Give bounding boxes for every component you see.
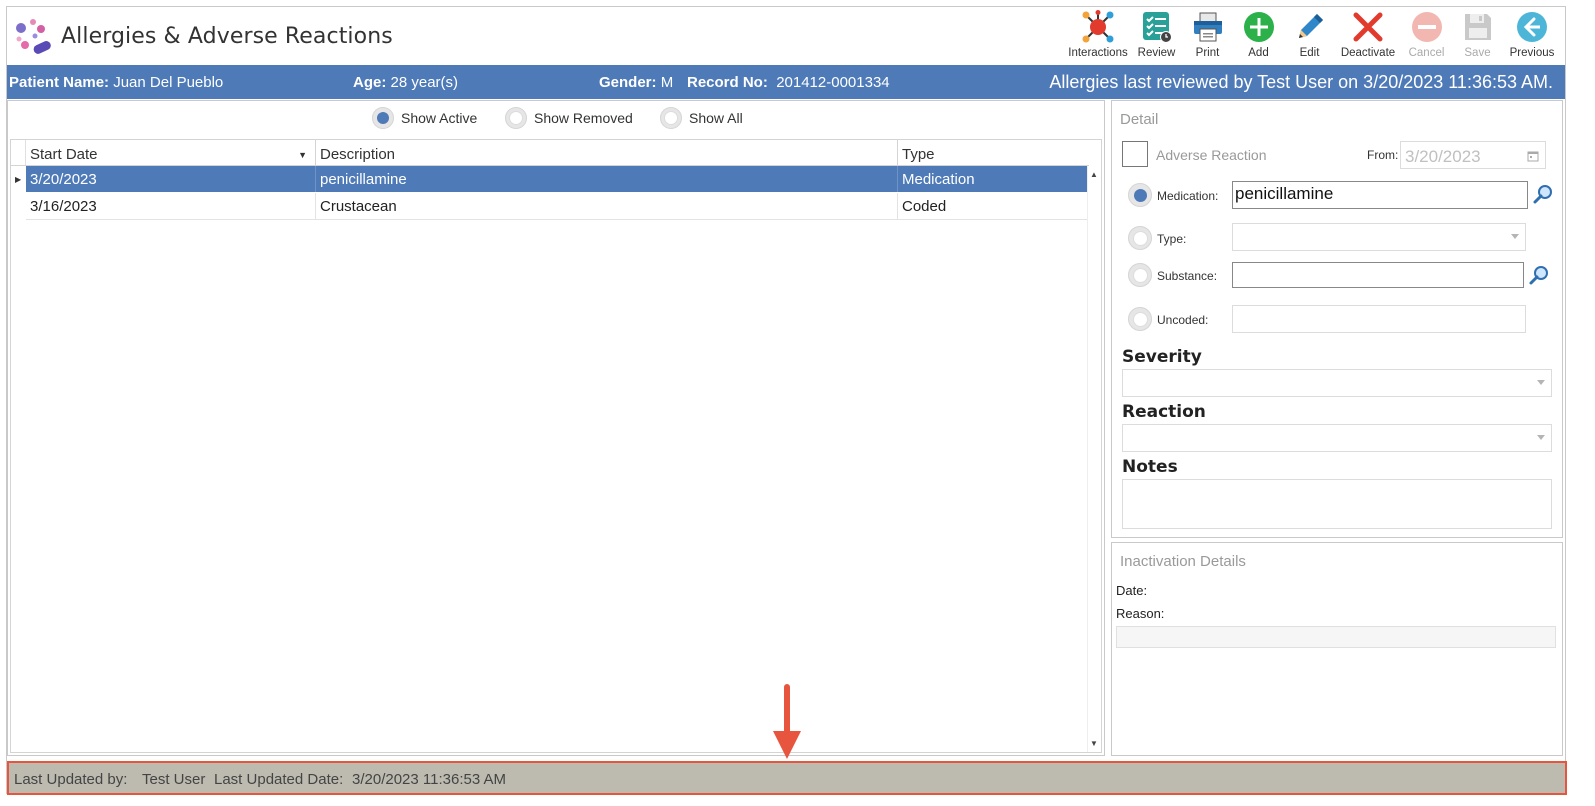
review-label: Review [1137, 47, 1176, 59]
show-removed-radio[interactable]: Show Removed [505, 107, 633, 129]
record-number: Record No: 201412-0001334 [687, 74, 890, 91]
uncoded-radio[interactable] [1128, 307, 1152, 331]
notes-heading: Notes [1122, 457, 1178, 477]
patient-name: Patient Name: Juan Del Pueblo [9, 74, 224, 91]
printer-icon [1193, 12, 1222, 42]
inactivation-reason-label: Reason: [1116, 606, 1165, 621]
adverse-reaction-checkbox[interactable] [1122, 141, 1148, 167]
column-header-start-date[interactable]: Start Date ▼ [26, 140, 316, 165]
cancel-icon [1411, 12, 1442, 42]
review-button[interactable]: Review [1131, 9, 1182, 65]
column-header-type[interactable]: Type [898, 140, 1089, 165]
interactions-button[interactable]: Interactions [1065, 9, 1131, 65]
page-title: Allergies & Adverse Reactions [61, 24, 393, 49]
inactivation-panel: Inactivation Details Date: Reason: [1111, 542, 1563, 756]
sort-desc-icon: ▼ [298, 150, 307, 160]
severity-dropdown[interactable] [1122, 369, 1552, 397]
notes-textarea[interactable] [1122, 479, 1552, 529]
add-button[interactable]: Add [1233, 9, 1284, 65]
type-radio[interactable] [1128, 226, 1152, 250]
last-updated-by-value: Test User [142, 771, 206, 788]
allergy-grid: Start Date ▼ Description Type ▶ 3/20/202… [10, 139, 1102, 753]
adverse-reaction-label: Adverse Reaction [1156, 147, 1267, 163]
reaction-dropdown[interactable] [1122, 424, 1552, 452]
show-active-radio[interactable]: Show Active [372, 107, 477, 129]
header: Allergies & Adverse Reactions Interactio [7, 7, 1565, 65]
patient-bar: Patient Name: Juan Del Pueblo Age: 28 ye… [7, 65, 1565, 99]
edit-label: Edit [1299, 47, 1320, 59]
inactivation-reason-field [1116, 626, 1556, 648]
column-header-description[interactable]: Description [316, 140, 898, 165]
pencil-icon [1298, 14, 1323, 38]
floppy-icon [1464, 14, 1491, 40]
inactivation-title: Inactivation Details [1120, 553, 1246, 570]
calendar-icon [1527, 151, 1539, 162]
show-all-radio[interactable]: Show All [660, 107, 743, 129]
chevron-down-icon [1537, 435, 1545, 440]
detail-panel: Detail Adverse Reaction From: 3/20/2023 … [1111, 100, 1563, 538]
type-dropdown[interactable] [1232, 223, 1526, 251]
type-label: Type: [1157, 232, 1187, 246]
cancel-label: Cancel [1408, 47, 1445, 59]
save-button[interactable]: Save [1452, 9, 1503, 65]
substance-field[interactable] [1232, 262, 1524, 288]
uncoded-field[interactable] [1232, 305, 1526, 333]
scroll-down-icon[interactable]: ▼ [1090, 739, 1098, 748]
chevron-down-icon [1511, 234, 1519, 239]
last-updated-date-label: Last Updated Date: [214, 771, 344, 788]
severity-heading: Severity [1122, 347, 1202, 367]
print-label: Print [1195, 47, 1220, 59]
deactivate-label: Deactivate [1340, 47, 1396, 59]
patient-gender: Gender: M [599, 74, 674, 91]
grid-scrollbar[interactable]: ▲ ▼ [1087, 166, 1101, 752]
scroll-up-icon[interactable]: ▲ [1090, 170, 1098, 179]
app-window: Allergies & Adverse Reactions Interactio [6, 6, 1567, 795]
medication-label: Medication: [1157, 189, 1219, 203]
save-label: Save [1464, 47, 1491, 59]
interactions-icon [1082, 10, 1114, 43]
detail-title: Detail [1120, 111, 1159, 128]
allergy-list-panel: Show Active Show Removed Show All Start … [7, 100, 1105, 756]
red-x-icon [1353, 12, 1383, 42]
toolbar: Interactions Review Print Add Edit Deact… [1065, 9, 1561, 65]
substance-search-icon[interactable] [1528, 264, 1550, 286]
inactivation-date-label: Date: [1116, 583, 1148, 598]
chevron-down-icon [1537, 380, 1545, 385]
review-checklist-icon [1142, 12, 1172, 43]
last-updated-by-label: Last Updated by: [14, 771, 128, 788]
from-label: From: [1367, 148, 1399, 162]
medication-search-icon[interactable] [1532, 183, 1554, 205]
previous-label: Previous [1509, 47, 1555, 59]
from-date-field[interactable]: 3/20/2023 [1400, 141, 1546, 169]
deactivate-button[interactable]: Deactivate [1335, 9, 1401, 65]
callout-arrow-icon [773, 684, 801, 759]
reviewed-status: Allergies last reviewed by Test User on … [1049, 72, 1553, 92]
substance-radio[interactable] [1128, 263, 1152, 287]
row-indicator-icon: ▶ [15, 175, 22, 184]
back-arrow-icon [1517, 12, 1547, 42]
patient-age: Age: 28 year(s) [353, 74, 459, 91]
medication-radio[interactable] [1128, 183, 1152, 207]
last-updated-date-value: 3/20/2023 11:36:53 AM [352, 771, 507, 788]
medication-field[interactable]: penicillamine [1232, 181, 1528, 209]
uncoded-label: Uncoded: [1157, 313, 1209, 327]
add-label: Add [1248, 47, 1269, 59]
substance-label: Substance: [1157, 269, 1218, 283]
cancel-button[interactable]: Cancel [1401, 9, 1452, 65]
add-icon [1243, 12, 1274, 42]
edit-button[interactable]: Edit [1284, 9, 1335, 65]
app-logo-icon [16, 19, 51, 54]
interactions-label: Interactions [1068, 47, 1128, 59]
table-row[interactable]: 3/16/2023 Crustacean Coded [11, 193, 1089, 219]
status-filter: Show Active Show Removed Show All [8, 107, 1104, 133]
reaction-heading: Reaction [1122, 402, 1206, 422]
previous-button[interactable]: Previous [1503, 9, 1561, 65]
print-button[interactable]: Print [1182, 9, 1233, 65]
grid-header: Start Date ▼ Description Type [11, 140, 1089, 166]
table-row[interactable]: ▶ 3/20/2023 penicillamine Medication [11, 166, 1089, 192]
status-bar: Last Updated by: Test User Last Updated … [7, 761, 1567, 795]
